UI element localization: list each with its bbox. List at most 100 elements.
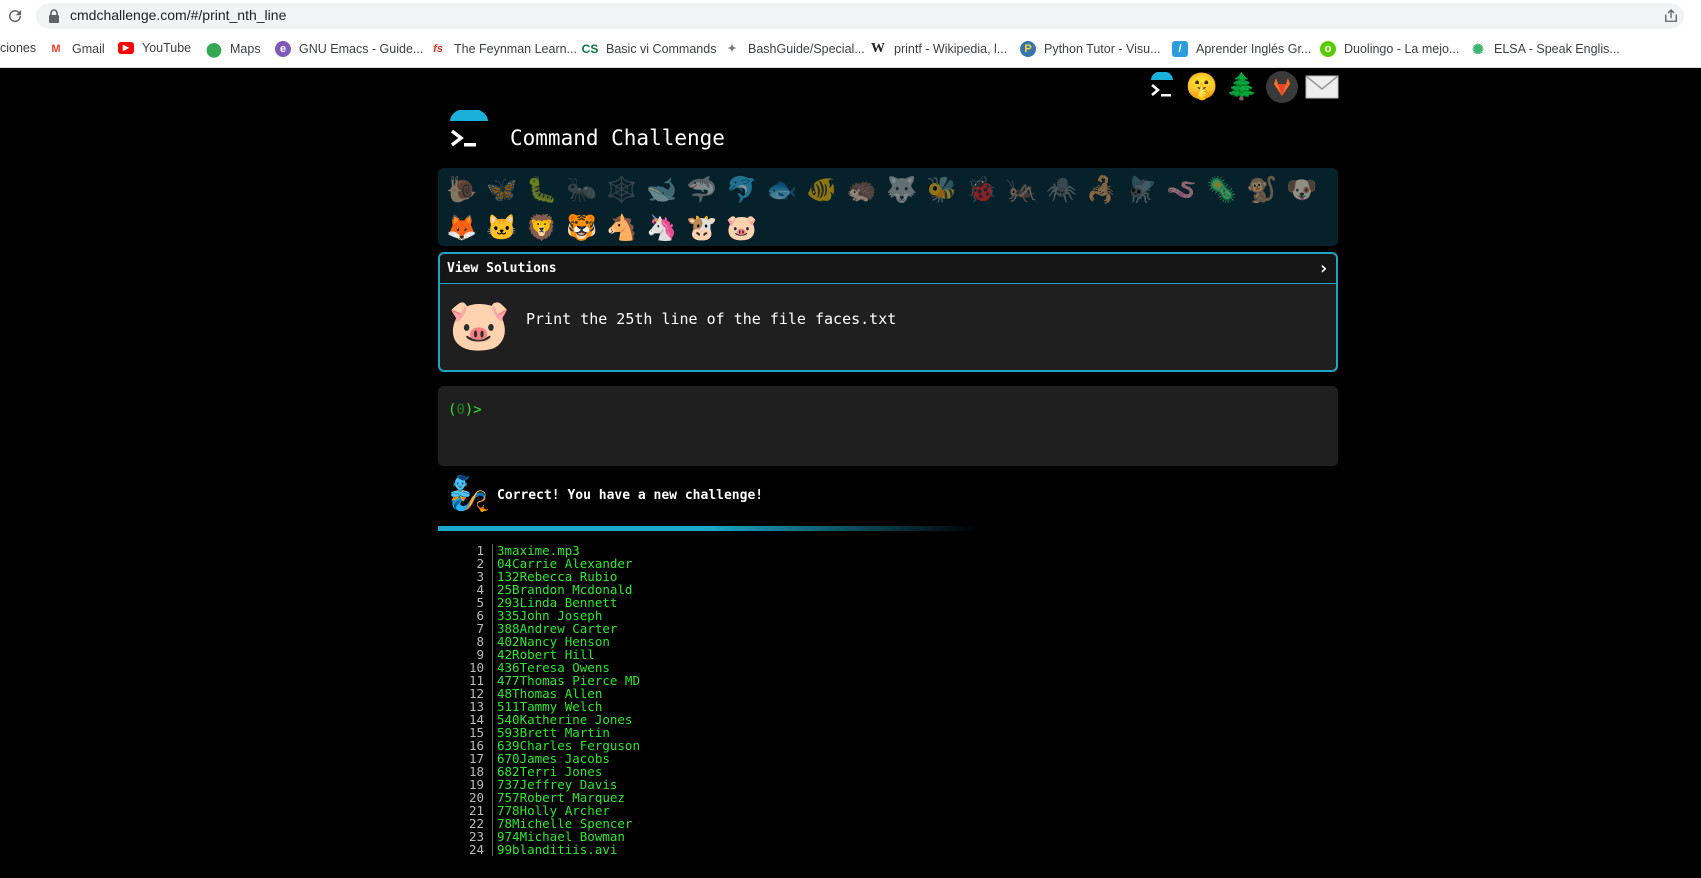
youtube-icon: ▶: [118, 42, 134, 54]
challenge-emoji-button[interactable]: 🪱: [1162, 171, 1202, 209]
line-number: 24: [468, 842, 484, 857]
bookmark-pythontutor[interactable]: P Python Tutor - Visu...: [1020, 41, 1161, 57]
challenge-emoji-button[interactable]: 🦋: [482, 171, 522, 209]
status-progress-bar: [438, 526, 978, 531]
bookmark-label: printf - Wikipedia, l...: [894, 42, 1008, 56]
reload-icon[interactable]: [6, 7, 24, 25]
pig-face-icon: 🐷: [448, 296, 511, 354]
gitlab-icon[interactable]: [1265, 70, 1299, 104]
challenge-emoji-button[interactable]: 🦄: [642, 209, 682, 247]
bookmark-duolingo[interactable]: o Duolingo - La mejo...: [1320, 41, 1459, 57]
wikipedia-icon: W: [871, 41, 885, 56]
challenge-panel: View Solutions › 🐷 Print the 25th line o…: [438, 252, 1338, 372]
bookmark-label: YouTube: [142, 41, 192, 55]
status-text: Correct! You have a new challenge!: [497, 488, 764, 503]
bookmark-elsa[interactable]: ✺ ELSA - Speak Englis...: [1470, 41, 1620, 57]
challenge-emoji-button[interactable]: 🐒: [1242, 171, 1282, 209]
bookmark-label: Python Tutor - Visu...: [1044, 42, 1161, 56]
line-text: 99blanditiis.avi: [492, 843, 617, 856]
challenge-emoji-button[interactable]: 🦂: [1082, 171, 1122, 209]
bookmark-label: Basic vi Commands: [606, 42, 717, 56]
view-solutions-header[interactable]: View Solutions ›: [440, 254, 1336, 284]
bookmark-maps[interactable]: ⬤ Maps: [206, 41, 261, 57]
command-output: 1 3maxime.mp3 2 04Carrie Alexander 3 132Rebec…: [464, 544, 640, 856]
bookmark-label: Gmail: [72, 42, 105, 56]
challenge-emoji-button[interactable]: 🐬: [722, 171, 762, 209]
bookmark-feynman[interactable]: fs The Feynman Learn...: [430, 41, 577, 57]
challenge-emoji-button[interactable]: 🦗: [1002, 171, 1042, 209]
challenge-emoji-button[interactable]: 🐯: [562, 209, 602, 247]
command-challenge-logo-icon: [450, 110, 488, 147]
challenge-emoji-button[interactable]: 🐞: [962, 171, 1002, 209]
challenge-emoji-button[interactable]: 🦔: [842, 171, 882, 209]
bookmark-youtube[interactable]: ▶ YouTube: [118, 41, 191, 55]
bookmark-bash[interactable]: ✦ BashGuide/Special...: [724, 41, 865, 57]
challenge-emoji-button[interactable]: 🐛: [522, 171, 562, 209]
challenge-emoji-button[interactable]: 🐠: [802, 171, 842, 209]
page-title: Command Challenge: [510, 126, 725, 150]
bookmarks-bar: ciones M Gmail ▶ YouTube ⬤ Maps e GNU Em…: [0, 32, 1701, 68]
elsa-icon: ✺: [1472, 41, 1484, 57]
bookmark-label: GNU Emacs - Guide...: [299, 42, 424, 56]
bookmark-label: ciones: [0, 41, 37, 55]
challenge-emoji-button[interactable]: 🐺: [882, 171, 922, 209]
face-icon[interactable]: 🤫: [1185, 70, 1219, 104]
bookmark-label: Aprender Inglés Gr...: [1196, 42, 1312, 56]
bookmark-apps[interactable]: ciones: [0, 41, 36, 55]
mail-icon[interactable]: [1305, 70, 1339, 104]
challenge-emoji-button[interactable]: 🐌: [442, 171, 482, 209]
bookmark-label: The Feynman Learn...: [454, 42, 577, 56]
bookmark-label: ELSA - Speak Englis...: [1494, 42, 1620, 56]
view-solutions-label: View Solutions: [447, 261, 557, 276]
challenge-emoji-button[interactable]: 🐋: [642, 171, 682, 209]
chevron-right-icon[interactable]: ›: [1318, 254, 1329, 283]
challenge-emoji-button[interactable]: 🐜: [562, 171, 602, 209]
challenge-emoji-button[interactable]: 🐱: [482, 209, 522, 247]
challenge-description: Print the 25th line of the file faces.tx…: [526, 310, 897, 328]
terminal-prompt: (0)>: [448, 402, 482, 418]
top-icon-row: 🤫 🌲: [1145, 70, 1339, 104]
bookmark-aprender[interactable]: / Aprender Inglés Gr...: [1172, 41, 1311, 57]
challenge-emoji-bar: 🐌 🦋 🐛 🐜 🕸️ 🐋 🦈 🐬 🐟 🐠 🦔 🐺 🐝 🐞 🦗 🕷️ 🦂 🪰 🪱 🦠 🐒 🐶 🦊 🐱 🦁 🐯 🐴 🦄 🐮 🐷: [438, 168, 1338, 246]
genie-icon: 🧞: [448, 474, 491, 514]
challenge-emoji-button[interactable]: 🐶: [1282, 171, 1322, 209]
challenge-emoji-button[interactable]: 🐝: [922, 171, 962, 209]
prompt-counter: 0: [456, 402, 465, 418]
tree-icon[interactable]: 🌲: [1225, 70, 1259, 104]
bookmark-gmail[interactable]: M Gmail: [48, 41, 105, 57]
terminal-logo-icon[interactable]: [1145, 70, 1179, 104]
duolingo-icon: o: [1320, 41, 1336, 57]
challenge-emoji-button[interactable]: 🕸️: [602, 171, 642, 209]
fs-icon: fs: [433, 43, 443, 55]
lock-icon: [49, 9, 59, 23]
bookmark-vi[interactable]: CS Basic vi Commands: [581, 41, 717, 57]
challenge-emoji-button[interactable]: 🦠: [1202, 171, 1242, 209]
url-text: cmdchallenge.com/#/print_nth_line: [70, 7, 287, 23]
bookmark-wikipedia[interactable]: W printf - Wikipedia, l...: [870, 41, 1007, 57]
terminal-input[interactable]: (0)>: [438, 386, 1338, 466]
challenge-emoji-button[interactable]: 🕷️: [1042, 171, 1082, 209]
maps-icon: ⬤: [206, 41, 222, 57]
browser-address-bar: cmdchallenge.com/#/print_nth_line: [0, 0, 1701, 32]
share-icon[interactable]: [1662, 7, 1680, 25]
emacs-icon: e: [275, 41, 291, 57]
challenge-emoji-button[interactable]: 🐴: [602, 209, 642, 247]
bookmark-label: BashGuide/Special...: [748, 42, 865, 56]
challenge-emoji-button[interactable]: 🐮: [682, 209, 722, 247]
challenge-emoji-button[interactable]: 🦁: [522, 209, 562, 247]
challenge-emoji-button[interactable]: 🐷: [722, 209, 762, 247]
aprender-icon: /: [1172, 41, 1188, 57]
challenge-emoji-button[interactable]: 🦊: [442, 209, 482, 247]
bookmark-emacs[interactable]: e GNU Emacs - Guide...: [275, 41, 423, 57]
output-line: 24 99blanditiis.avi: [464, 843, 640, 856]
bookmark-label: Duolingo - La mejo...: [1344, 42, 1460, 56]
challenge-emoji-button[interactable]: 🦈: [682, 171, 722, 209]
bash-icon: ✦: [727, 43, 737, 55]
gmail-icon: M: [51, 43, 61, 55]
url-field[interactable]: cmdchallenge.com/#/print_nth_line: [36, 3, 1684, 29]
bookmark-label: Maps: [230, 42, 261, 56]
cs-icon: CS: [581, 42, 599, 56]
challenge-emoji-button[interactable]: 🪰: [1122, 171, 1162, 209]
python-icon: P: [1020, 41, 1036, 57]
challenge-emoji-button[interactable]: 🐟: [762, 171, 802, 209]
